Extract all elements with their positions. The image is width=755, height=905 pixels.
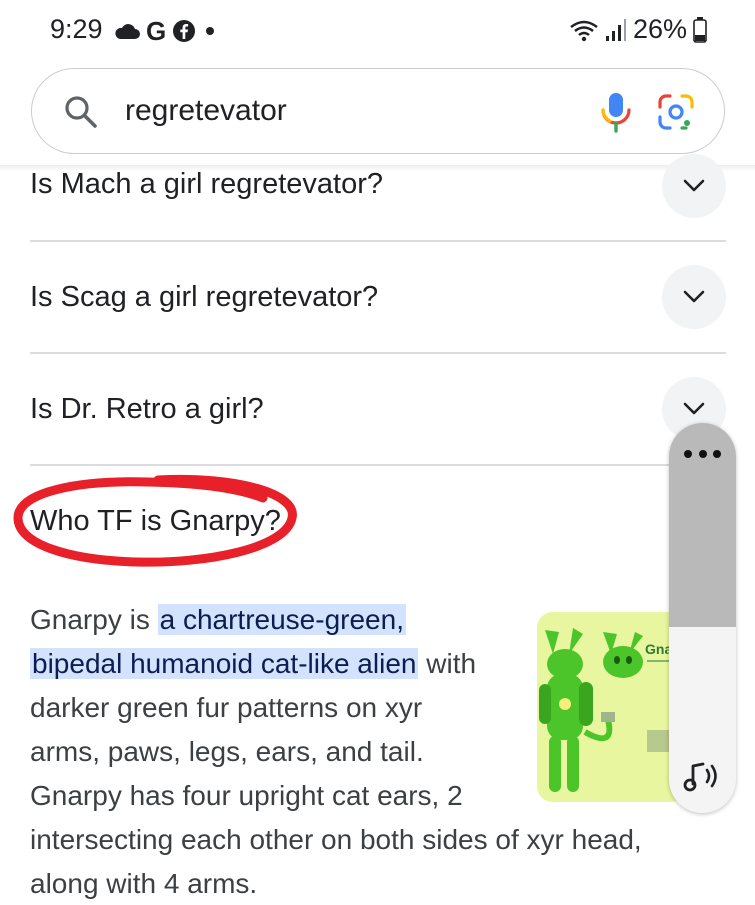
question-text: Is Dr. Retro a girl?: [30, 393, 264, 425]
search-bar[interactable]: regretevator: [31, 68, 725, 154]
dot: [713, 450, 721, 458]
chevron-down-icon: [683, 402, 705, 415]
status-right-icons: 26%: [569, 14, 707, 45]
google-lens-icon[interactable]: [656, 93, 696, 131]
more-options-icon[interactable]: [684, 450, 721, 460]
gnarpy-illustration: Gna: [537, 612, 687, 802]
question-row-dr-retro[interactable]: Is Dr. Retro a girl?: [30, 353, 726, 465]
question-text: Is Scag a girl regretevator?: [30, 281, 379, 313]
chevron-down-icon: [683, 179, 705, 192]
question-text: Is Mach a girl regretevator?: [30, 168, 383, 200]
google-g-icon: G: [146, 15, 167, 46]
expand-button[interactable]: [662, 265, 726, 329]
red-annotation-circle: [13, 474, 297, 567]
audio-icon[interactable]: [683, 760, 723, 794]
answer-line: Gnarpy is a chartreuse-green,: [30, 598, 406, 642]
question-row-mach[interactable]: Is Mach a girl regretevator?: [30, 152, 726, 232]
answer-text: with: [418, 648, 477, 679]
answer-line: intersecting each other on both sides of…: [30, 824, 642, 855]
notification-dot-icon: [206, 27, 215, 35]
floating-media-panel[interactable]: [669, 423, 736, 813]
answer-line: along with 4 arms.: [30, 868, 258, 899]
battery-percent: 26%: [632, 14, 687, 44]
search-input[interactable]: regretevator: [125, 94, 287, 128]
highlighted-text: a chartreuse-green,: [157, 604, 406, 635]
dot: [698, 450, 707, 458]
cloud-icon: [115, 24, 140, 39]
answer-line: bipedal humanoid cat-like alien with: [30, 642, 476, 686]
answer-line: darker green fur patterns on xyr: [30, 692, 423, 723]
expand-button[interactable]: [662, 154, 726, 218]
highlighted-text: bipedal humanoid cat-like alien: [30, 648, 419, 679]
signal-icon: [605, 18, 626, 41]
status-time: 9:29: [50, 14, 103, 44]
wifi-icon: [570, 20, 598, 41]
facebook-icon: [173, 20, 196, 42]
answer-line: Gnarpy has four upright cat ears, 2: [30, 780, 463, 811]
question-row-scag[interactable]: Is Scag a girl regretevator?: [30, 241, 726, 353]
battery-icon: [693, 16, 707, 43]
status-left-icons: G: [114, 15, 215, 46]
status-bar: 9:29 G 26%: [0, 0, 755, 62]
gnarpy-image[interactable]: Gna: [537, 612, 687, 802]
dot: [684, 450, 692, 458]
search-icon[interactable]: [64, 95, 98, 129]
chevron-down-icon: [683, 290, 705, 303]
mic-icon[interactable]: [598, 91, 634, 133]
answer-text: Gnarpy is: [30, 604, 158, 635]
answer-line: arms, paws, legs, ears, and tail.: [30, 736, 424, 767]
